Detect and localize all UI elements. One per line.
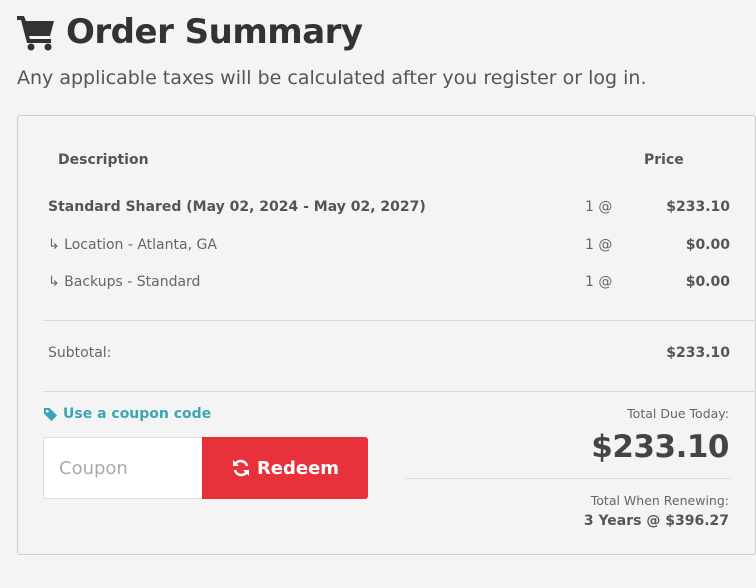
page-title: Order Summary [66, 12, 363, 52]
line-item-quantity: 1 @ [585, 237, 613, 253]
line-item-row: ↳ Location - Atlanta, GA 1 @ $0.00 [48, 237, 730, 257]
redeem-button[interactable]: Redeem [202, 437, 368, 499]
coupon-input[interactable] [43, 437, 203, 499]
order-summary-card: Description Price Standard Shared (May 0… [17, 115, 756, 555]
line-item-amount: $0.00 [685, 237, 730, 253]
divider [43, 320, 756, 321]
line-item-quantity: 1 @ [585, 274, 613, 290]
page-subtitle: Any applicable taxes will be calculated … [17, 67, 647, 89]
totals-block: Total Due Today: $233.10 [591, 406, 729, 465]
line-item-row: ↳ Backups - Standard 1 @ $0.00 [48, 274, 730, 294]
tag-icon [43, 407, 58, 421]
line-item-amount: $0.00 [685, 274, 730, 290]
subtotal-label: Subtotal: [48, 345, 112, 361]
line-item-amount: $233.10 [666, 199, 730, 215]
total-renewing-value: 3 Years @ $396.27 [583, 513, 729, 529]
line-item-row: Standard Shared (May 02, 2024 - May 02, … [48, 199, 730, 219]
total-due-amount: $233.10 [591, 429, 729, 465]
subtotal-row: Subtotal: $233.10 [48, 345, 730, 365]
shopping-cart-icon [17, 16, 54, 51]
refresh-icon [232, 459, 249, 477]
line-item-quantity: 1 @ [585, 199, 613, 215]
divider [406, 478, 731, 479]
page-header: Order Summary [16, 12, 363, 52]
divider [43, 391, 756, 392]
line-item-description: Standard Shared (May 02, 2024 - May 02, … [48, 199, 426, 215]
column-header-description: Description [58, 152, 149, 168]
column-header-price: Price [644, 152, 684, 168]
subtotal-value: $233.10 [666, 345, 730, 361]
redeem-label: Redeem [256, 457, 340, 479]
total-due-label: Total Due Today: [627, 406, 729, 421]
total-renewing-label: Total When Renewing: [590, 493, 729, 508]
use-coupon-link[interactable]: Use a coupon code [43, 406, 211, 422]
line-item-description: ↳ Backups - Standard [48, 274, 201, 290]
line-item-description: ↳ Location - Atlanta, GA [48, 237, 217, 253]
use-coupon-label: Use a coupon code [63, 406, 212, 422]
